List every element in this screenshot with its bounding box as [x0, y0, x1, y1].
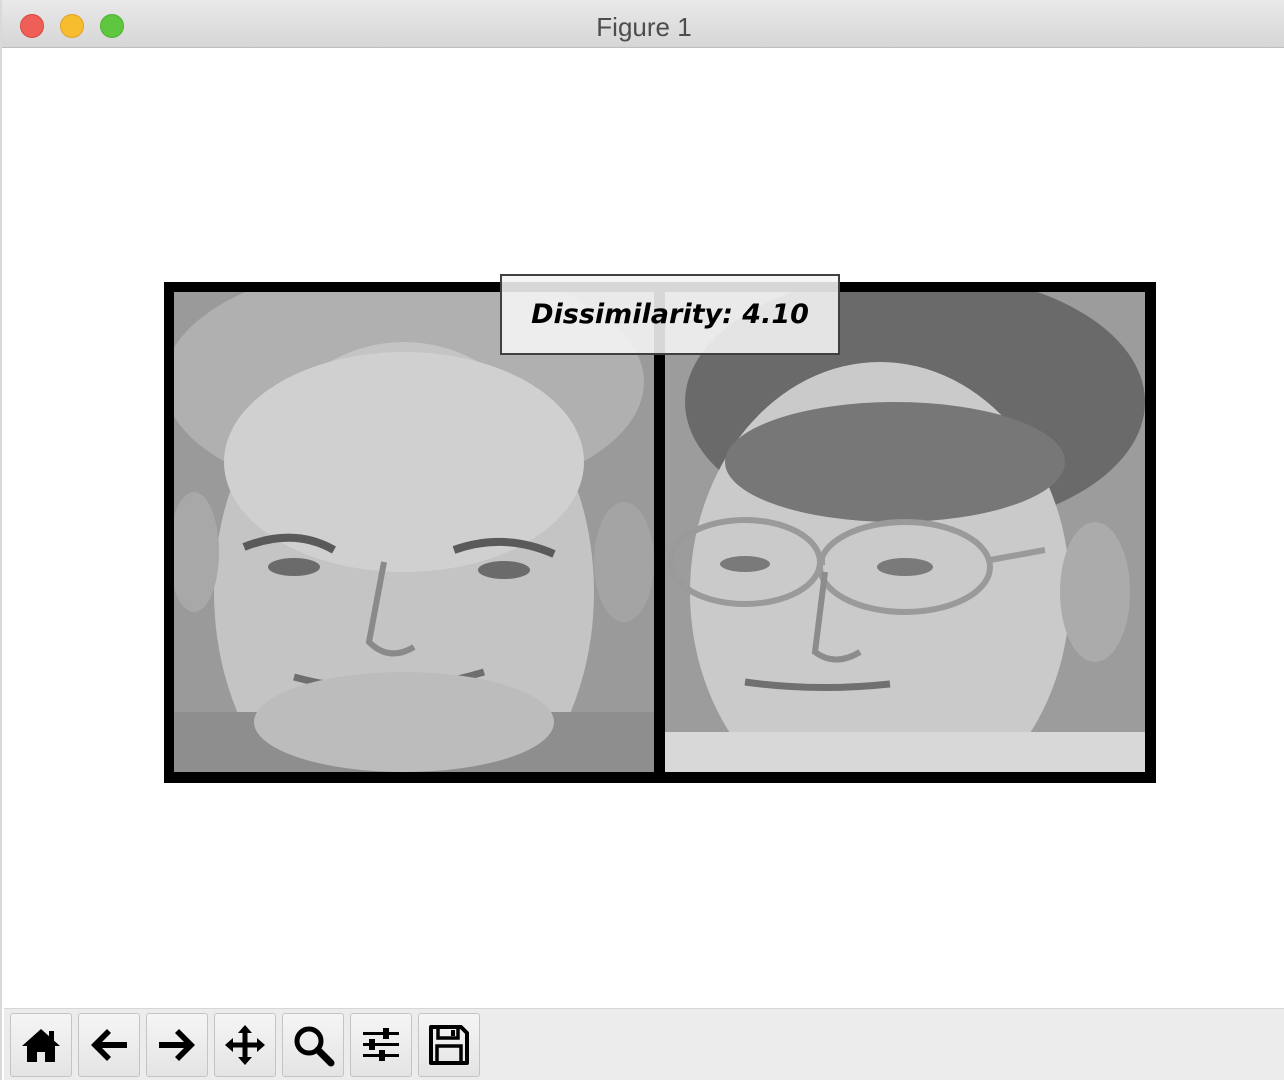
- forward-button[interactable]: [146, 1013, 208, 1077]
- forward-arrow-icon: [159, 1029, 195, 1061]
- title-bar[interactable]: Figure 1: [2, 0, 1284, 48]
- face-image-right: [665, 292, 1145, 772]
- zoom-button[interactable]: [282, 1013, 344, 1077]
- navigation-toolbar: [4, 1008, 1284, 1080]
- pan-button[interactable]: [214, 1013, 276, 1077]
- figure-window: Figure 1 Dissimilarity: 4.10: [0, 0, 1284, 1080]
- window-title: Figure 1: [596, 12, 692, 42]
- dissimilarity-label: Dissimilarity: 4.10: [500, 274, 840, 355]
- home-icon: [22, 1029, 60, 1062]
- save-button[interactable]: [418, 1013, 480, 1077]
- floppy-disk-icon: [429, 1025, 469, 1065]
- face-image-left: [174, 292, 654, 772]
- back-arrow-icon: [91, 1029, 127, 1061]
- sliders-icon: [363, 1028, 399, 1061]
- back-button[interactable]: [78, 1013, 140, 1077]
- move-icon: [225, 1025, 265, 1065]
- image-pair-grid: [164, 282, 1156, 783]
- magnifier-icon: [294, 1026, 335, 1067]
- figure-canvas[interactable]: Dissimilarity: 4.10: [4, 48, 1284, 1008]
- configure-subplots-button[interactable]: [350, 1013, 412, 1077]
- home-button[interactable]: [10, 1013, 72, 1077]
